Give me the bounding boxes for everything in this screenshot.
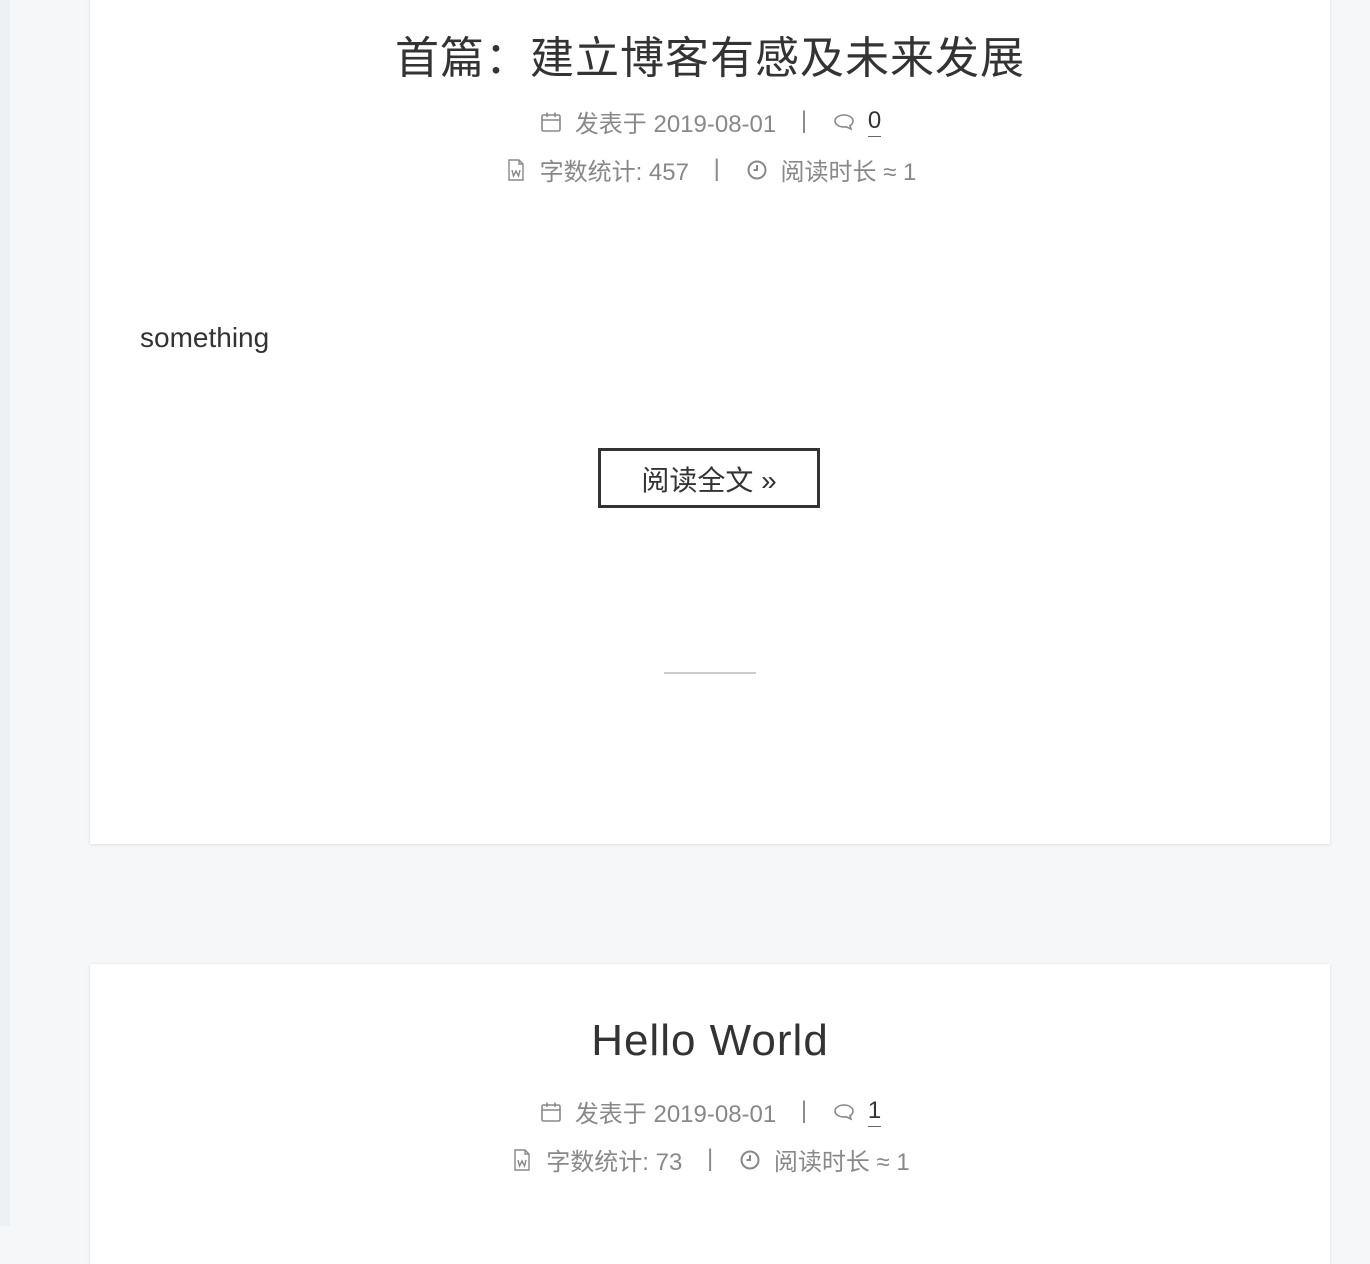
post-title[interactable]: 首篇：建立博客有感及未来发展 [90,22,1330,86]
meta-separator: | [713,154,720,182]
post-word-count: 字数统计: 457 [504,152,689,187]
post-list: 首篇：建立博客有感及未来发展 发表于 2019-08-01 | 0 字数统计: … [10,0,1370,1264]
left-edge-strip [0,0,10,1226]
post-meta-date-comments: 发表于 2019-08-01 | 1 [90,1094,1330,1129]
post-meta-words-time: 字数统计: 457 | 阅读时长 ≈ 1 [90,152,1330,187]
meta-separator: | [706,1144,714,1172]
post-read-time: 阅读时长 ≈ 1 [738,1142,910,1177]
post-date: 发表于 2019-08-01 [539,1094,776,1129]
comment-count-link[interactable]: 1 [867,1097,882,1127]
comment-count-link[interactable]: 0 [867,107,882,137]
comment-icon [834,1103,854,1120]
post-title[interactable]: Hello World [90,1016,1330,1066]
post-excerpt: something [140,322,270,353]
post-meta-words-time: 字数统计: 73 | 阅读时长 ≈ 1 [90,1142,1330,1177]
file-word-icon [507,158,524,181]
post-comments: 0 [832,107,882,137]
read-more-button[interactable]: 阅读全文 » [598,448,820,508]
meta-separator: | [800,106,808,134]
word-count-label: 字数统计: 457 [539,159,689,186]
post-date-label: 发表于 2019-08-01 [574,1101,777,1128]
word-count-label: 字数统计: 73 [546,1149,683,1176]
meta-separator: | [800,1096,808,1124]
calendar-icon [541,112,561,132]
post-date-label: 发表于 2019-08-01 [574,111,777,138]
post-comments: 1 [832,1097,882,1127]
post-word-count: 字数统计: 73 [510,1142,682,1177]
read-time-label: 阅读时长 ≈ 1 [773,1149,910,1176]
post-card: Hello World 发表于 2019-08-01 | 1 字数统计: 73 … [90,964,1330,1264]
post-read-time: 阅读时长 ≈ 1 [745,152,917,187]
calendar-icon [541,1102,561,1122]
file-word-icon [514,1148,530,1171]
post-divider [664,672,756,674]
post-meta-date-comments: 发表于 2019-08-01 | 0 [90,104,1330,139]
post-date: 发表于 2019-08-01 [539,104,776,139]
clock-icon [740,1150,760,1169]
post-card: 首篇：建立博客有感及未来发展 发表于 2019-08-01 | 0 字数统计: … [90,0,1330,844]
comment-icon [834,113,854,130]
read-time-label: 阅读时长 ≈ 1 [780,159,917,186]
clock-icon [747,160,767,179]
